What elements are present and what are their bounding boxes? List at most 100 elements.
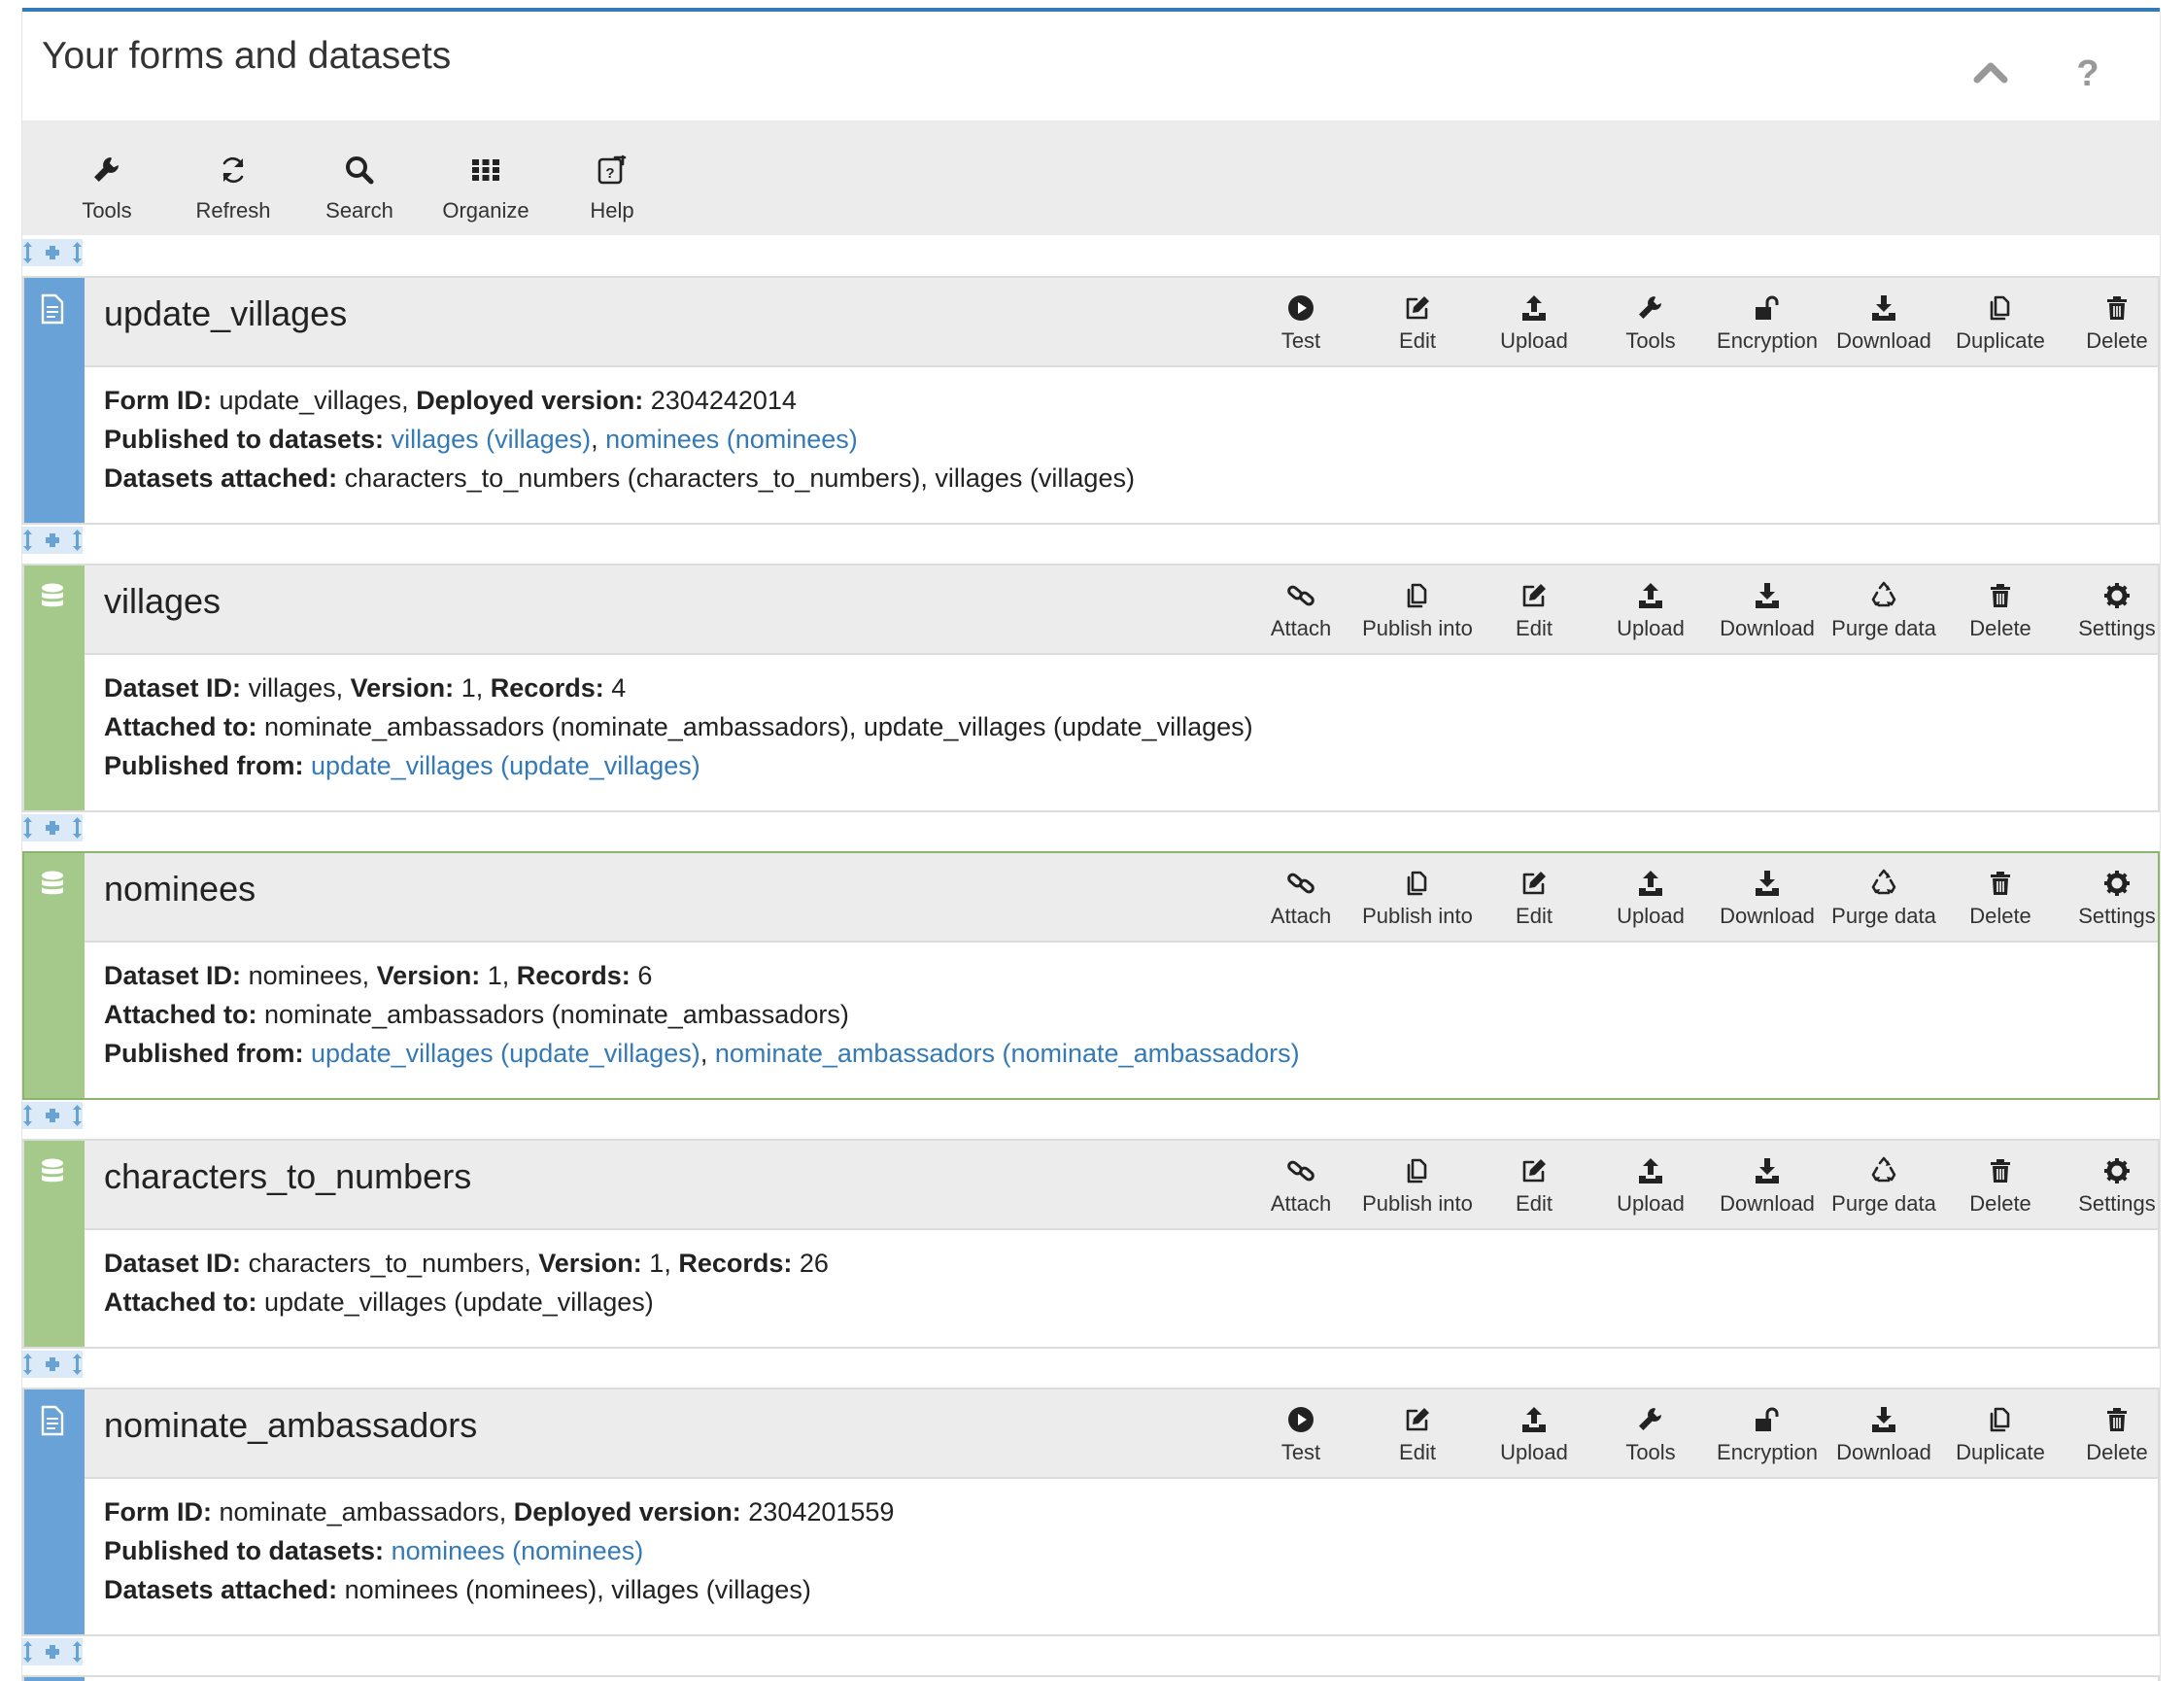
published-to-label: Published to datasets: <box>104 425 385 454</box>
upload-button[interactable]: Upload <box>1592 566 1709 653</box>
encryption-button[interactable]: Encryption <box>1709 1389 1826 1477</box>
settings-label: Settings <box>2078 616 2156 640</box>
datasets-attached-label: Datasets attached: <box>104 463 338 493</box>
reorder-drop-icon[interactable] <box>22 1638 83 1665</box>
question-icon[interactable]: ? <box>2059 43 2117 101</box>
publish-into-button[interactable]: Publish into <box>1359 566 1476 653</box>
attach-button[interactable]: Attach <box>1243 566 1359 653</box>
attach-label: Attach <box>1270 1191 1332 1216</box>
edit-button[interactable]: Edit <box>1476 1141 1592 1228</box>
dataset-card[interactable]: characters_to_numbers Attach Publish int… <box>22 1139 2160 1349</box>
publish-into-button[interactable]: Publish into <box>1359 1141 1476 1228</box>
detail-line: Published to datasets: villages (village… <box>104 425 858 454</box>
published-from-label: Published from: <box>104 751 304 780</box>
reorder-drop-icon[interactable] <box>22 1102 83 1129</box>
reorder-drop-icon[interactable] <box>22 1351 83 1378</box>
form-link[interactable]: update_villages (update_villages) <box>311 751 700 780</box>
trash-icon <box>2102 1405 2132 1434</box>
delete-button[interactable]: Delete <box>2059 278 2160 365</box>
settings-button[interactable]: Settings <box>2059 566 2160 653</box>
toolbar-help-button[interactable]: ? Help <box>549 120 675 235</box>
download-button[interactable]: Download <box>1826 278 1942 365</box>
upload-button[interactable]: Upload <box>1476 1389 1592 1477</box>
tools-button[interactable]: Tools <box>1592 278 1709 365</box>
download-button[interactable]: Download <box>1709 853 1826 941</box>
download-button[interactable]: Download <box>1709 566 1826 653</box>
toolbar-tools-button[interactable]: Tools <box>44 120 170 235</box>
purge-data-button[interactable]: Purge data <box>1826 1141 1942 1228</box>
edit-label: Edit <box>1516 904 1553 928</box>
download-button[interactable]: Download <box>1709 1141 1826 1228</box>
attached-to-value: nominate_ambassadors (nominate_ambassado… <box>264 1000 849 1029</box>
settings-button[interactable]: Settings <box>2059 853 2160 941</box>
form-card[interactable]: nominate_ambassadors Test Edit Upload To… <box>22 1388 2160 1636</box>
duplicate-button[interactable]: Duplicate <box>1942 278 2059 365</box>
download-label: Download <box>1720 616 1815 640</box>
grid-icon <box>469 154 502 187</box>
download-label: Download <box>1836 328 1931 353</box>
form-link[interactable]: nominate_ambassadors (nominate_ambassado… <box>715 1039 1300 1068</box>
dataset-link[interactable]: villages (villages) <box>392 425 592 454</box>
delete-label: Delete <box>2086 1440 2148 1464</box>
dataset-link[interactable]: nominees (nominees) <box>392 1536 644 1565</box>
delete-button[interactable]: Delete <box>2059 1389 2160 1477</box>
edit-label: Edit <box>1516 1191 1553 1216</box>
download-button[interactable]: Download <box>1826 1389 1942 1477</box>
chevron-up-icon[interactable] <box>1962 43 2020 101</box>
toolbar-organize-button[interactable]: Organize <box>423 120 549 235</box>
attach-button[interactable]: Attach <box>1243 853 1359 941</box>
encryption-button[interactable]: Encryption <box>1709 278 1826 365</box>
form-type-strip <box>24 278 85 523</box>
edit-icon <box>1403 293 1432 323</box>
dataset-link[interactable]: nominees (nominees) <box>605 425 858 454</box>
edit-button[interactable]: Edit <box>1476 853 1592 941</box>
version-label: Version: <box>538 1249 642 1278</box>
form-card-partial[interactable] <box>22 1675 2160 1681</box>
duplicate-button[interactable]: Duplicate <box>1942 1389 2059 1477</box>
reorder-drop-icon[interactable] <box>22 814 83 841</box>
publish-into-button[interactable]: Publish into <box>1359 853 1476 941</box>
search-icon <box>343 154 376 187</box>
settings-button[interactable]: Settings <box>2059 1141 2160 1228</box>
datasets-attached-value: nominees (nominees), villages (villages) <box>344 1575 811 1604</box>
delete-button[interactable]: Delete <box>1942 853 2059 941</box>
records-value: 26 <box>799 1249 829 1278</box>
download-icon <box>1753 581 1782 610</box>
card-details: Dataset ID: nominees, Version: 1, Record… <box>85 943 2158 1098</box>
edit-button[interactable]: Edit <box>1359 278 1476 365</box>
reorder-drop-icon[interactable] <box>22 239 83 266</box>
tools-button[interactable]: Tools <box>1592 1389 1709 1477</box>
tools-label: Tools <box>1625 328 1676 353</box>
trash-icon <box>1986 581 2015 610</box>
form-link[interactable]: update_villages (update_villages) <box>311 1039 700 1068</box>
dataset-card-selected[interactable]: nominees Attach Publish into Edit Upload… <box>22 851 2160 1100</box>
test-button[interactable]: Test <box>1243 1389 1359 1477</box>
detail-line: Attached to: nominate_ambassadors (nomin… <box>104 995 2158 1034</box>
delete-button[interactable]: Delete <box>1942 566 2059 653</box>
duplicate-label: Duplicate <box>1956 328 2045 353</box>
deployed-version-value: 2304201559 <box>748 1497 895 1527</box>
upload-button[interactable]: Upload <box>1476 278 1592 365</box>
download-label: Download <box>1720 1191 1815 1216</box>
toolbar-search-button[interactable]: Search <box>296 120 423 235</box>
download-icon <box>1869 293 1898 323</box>
delete-button[interactable]: Delete <box>1942 1141 2059 1228</box>
toolbar-refresh-button[interactable]: Refresh <box>170 120 296 235</box>
encryption-label: Encryption <box>1717 328 1818 353</box>
purge-data-button[interactable]: Purge data <box>1826 566 1942 653</box>
detail-line: Form ID: update_villages, Deployed versi… <box>104 386 797 415</box>
form-card[interactable]: update_villages Test Edit Upload Tools E… <box>22 276 2160 525</box>
attach-button[interactable]: Attach <box>1243 1141 1359 1228</box>
trash-icon <box>1986 1156 2015 1185</box>
dataset-card[interactable]: villages Attach Publish into Edit Upload… <box>22 564 2160 812</box>
encryption-label: Encryption <box>1717 1440 1818 1464</box>
purge-data-button[interactable]: Purge data <box>1826 853 1942 941</box>
upload-button[interactable]: Upload <box>1592 853 1709 941</box>
download-icon <box>1869 1405 1898 1434</box>
edit-button[interactable]: Edit <box>1359 1389 1476 1477</box>
wrench-icon <box>1636 1405 1665 1434</box>
upload-button[interactable]: Upload <box>1592 1141 1709 1228</box>
edit-button[interactable]: Edit <box>1476 566 1592 653</box>
test-button[interactable]: Test <box>1243 278 1359 365</box>
reorder-drop-icon[interactable] <box>22 527 83 554</box>
